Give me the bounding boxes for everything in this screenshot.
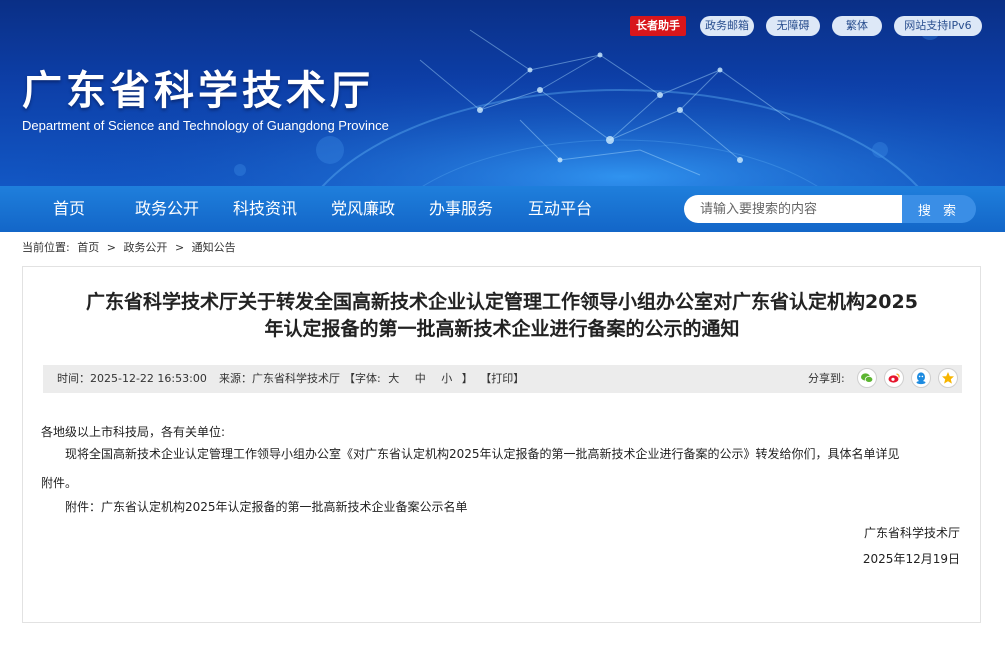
article-container: 广东省科学技术厅关于转发全国高新技术企业认定管理工作领导小组办公室对广东省认定机…	[22, 266, 981, 623]
nav-item-home[interactable]: 首页	[53, 186, 85, 232]
font-size-medium[interactable]: 中	[415, 372, 426, 385]
qzone-icon[interactable]	[938, 368, 958, 388]
attachment-link[interactable]: 附件：广东省认定机构2025年认定报备的第一批高新技术企业备案公示名单	[65, 498, 468, 516]
header-banner: 广东省科学技术厅 Department of Science and Techn…	[0, 0, 1005, 186]
nav-item-services[interactable]: 办事服务	[429, 186, 493, 232]
article-title: 广东省科学技术厅关于转发全国高新技术企业认定管理工作领导小组办公室对广东省认定机…	[47, 289, 957, 343]
gov-mail-link[interactable]: 政务邮箱	[700, 16, 754, 36]
main-paragraph-line1: 现将全国高新技术企业认定管理工作领导小组办公室《对广东省认定机构2025年认定报…	[65, 447, 900, 461]
print-link[interactable]: 【打印】	[480, 372, 524, 385]
nav-item-integrity[interactable]: 党风廉政	[331, 186, 395, 232]
breadcrumb-item-notices[interactable]: 通知公告	[192, 241, 236, 254]
share-label: 分享到:	[808, 372, 845, 385]
nav-item-interaction[interactable]: 互动平台	[528, 186, 592, 232]
breadcrumb-separator: >	[106, 241, 116, 254]
traditional-chinese-link[interactable]: 繁体	[832, 16, 882, 36]
signature-date: 2025年12月19日	[862, 552, 960, 566]
breadcrumb-item-gov-affairs[interactable]: 政务公开	[123, 241, 167, 254]
font-size-large[interactable]: 大	[388, 372, 399, 385]
font-size-close: 】	[461, 372, 473, 385]
publish-time: 时间：2025-12-22 16:53:00	[57, 365, 207, 393]
salutation: 各地级以上市科技局，各有关单位:	[41, 425, 226, 439]
main-paragraph-line2: 附件。	[41, 476, 78, 490]
ipv6-support-link[interactable]: 网站支持IPv6	[894, 16, 982, 36]
source-value: 广东省科学技术厅	[252, 372, 340, 385]
font-size-control: 【字体: 大 中 小 】 【打印】	[344, 365, 524, 393]
source-info: 来源：广东省科学技术厅	[219, 365, 340, 393]
nav-item-gov-affairs[interactable]: 政务公开	[135, 186, 199, 232]
site-subtitle: Department of Science and Technology of …	[22, 118, 389, 133]
font-size-small[interactable]: 小	[441, 372, 452, 385]
search-input[interactable]	[684, 195, 902, 223]
source-label: 来源：	[219, 372, 252, 385]
font-size-label: 【字体:	[344, 372, 381, 385]
weibo-icon[interactable]	[884, 368, 904, 388]
publish-time-value: 2025-12-22 16:53:00	[90, 372, 207, 385]
nav-item-sci-news[interactable]: 科技资讯	[233, 186, 297, 232]
qq-icon[interactable]	[911, 368, 931, 388]
signature-org: 广东省科学技术厅	[863, 526, 960, 540]
wechat-icon[interactable]	[857, 368, 877, 388]
accessibility-link[interactable]: 无障碍	[766, 16, 820, 36]
article-title-line2: 年认定报备的第一批高新技术企业进行备案的公示的通知	[264, 318, 740, 340]
main-paragraph: 现将全国高新技术企业认定管理工作领导小组办公室《对广东省认定机构2025年认定报…	[41, 442, 961, 467]
article-title-line1: 广东省科学技术厅关于转发全国高新技术企业认定管理工作领导小组办公室对广东省认定机…	[86, 291, 918, 313]
article-meta-bar: 时间：2025-12-22 16:53:00 来源：广东省科学技术厅 【字体: …	[43, 365, 962, 393]
site-title[interactable]: 广东省科学技术厅	[22, 58, 374, 116]
publish-time-label: 时间：	[57, 372, 90, 385]
breadcrumb-prefix: 当前位置:	[22, 241, 70, 254]
breadcrumb-item-home[interactable]: 首页	[77, 241, 99, 254]
elder-assistant-link[interactable]: 长者助手	[630, 16, 686, 36]
search-button[interactable]: 搜 索	[902, 195, 976, 223]
breadcrumb: 当前位置: 首页 > 政务公开 > 通知公告	[22, 240, 240, 256]
breadcrumb-separator: >	[174, 241, 185, 254]
